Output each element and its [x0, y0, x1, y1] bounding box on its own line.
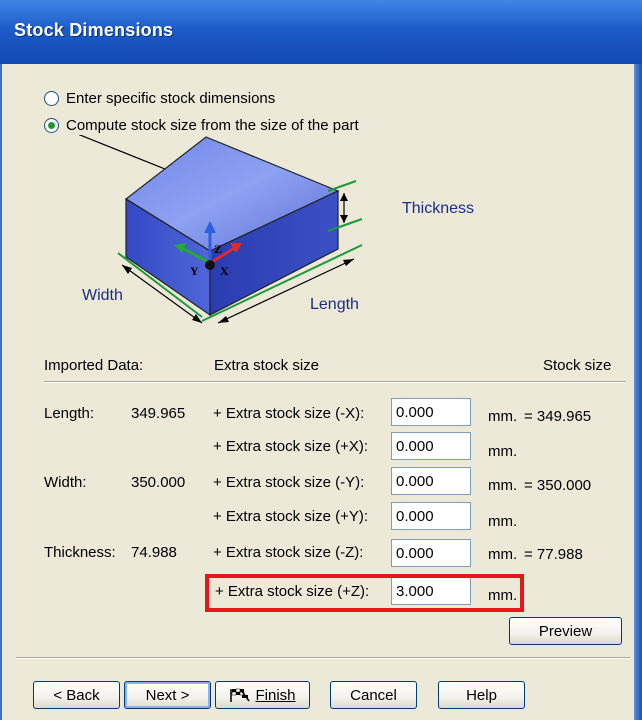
stock-width-result: = 350.000 — [524, 477, 592, 494]
unit-neg-z: mm. — [488, 546, 518, 563]
row-name-length: Length: — [44, 405, 95, 422]
thickness-arrow-bottom — [340, 215, 348, 223]
imported-thickness-value: 74.988 — [131, 544, 177, 561]
extra-pos-y-input[interactable] — [391, 502, 471, 530]
option-compute-label: Compute stock size from the size of the … — [66, 117, 359, 134]
unit-pos-x: mm. — [488, 443, 518, 460]
imported-length-value: 349.965 — [131, 405, 186, 422]
window-right-border — [634, 64, 642, 720]
next-button[interactable]: Next > — [124, 681, 211, 709]
width-label: Width — [82, 287, 123, 304]
axis-x-label: X — [220, 264, 229, 278]
extra-neg-z-input[interactable] — [391, 539, 471, 567]
window-left-border — [0, 64, 2, 720]
width-arrow-start — [122, 265, 132, 274]
row-name-width: Width: — [44, 474, 87, 491]
thickness-guide-top — [327, 180, 357, 192]
bottom-separator — [16, 657, 630, 659]
extra-neg-x-input[interactable] — [391, 398, 471, 426]
stock-thickness-result: = 77.988 — [524, 546, 583, 563]
stock-dimensions-dialog: Stock Dimensions Enter specific stock di… — [0, 0, 642, 720]
unit-pos-y: mm. — [488, 513, 518, 530]
back-button-label: < Back — [53, 686, 100, 704]
unit-neg-y: mm. — [488, 477, 518, 494]
length-arrow-end — [343, 259, 354, 266]
cancel-button-label: Cancel — [350, 686, 397, 704]
finish-button[interactable]: Finish — [215, 681, 310, 709]
extra-neg-y-input[interactable] — [391, 467, 471, 495]
imported-width-value: 350.000 — [131, 474, 186, 491]
header-imported-data: Imported Data: — [44, 357, 144, 374]
radio-compute[interactable] — [44, 118, 59, 133]
extra-neg-x-label: + Extra stock size (-X): — [213, 405, 365, 422]
row-name-thickness: Thickness: — [44, 544, 116, 561]
preview-button[interactable]: Preview — [509, 617, 622, 645]
dialog-title: Stock Dimensions — [14, 20, 174, 40]
thickness-label: Thickness — [402, 200, 475, 217]
extra-neg-z-label: + Extra stock size (-Z): — [213, 544, 364, 561]
axis-y-label: Y — [190, 264, 199, 278]
extra-pos-x-input[interactable] — [391, 432, 471, 460]
preview-button-label: Preview — [538, 622, 593, 640]
checkered-flag-icon — [230, 688, 251, 702]
highlight-box — [205, 574, 524, 612]
thickness-arrow-top — [340, 193, 348, 201]
header-extra-stock: Extra stock size — [214, 357, 320, 374]
title-bar: Stock Dimensions — [0, 0, 642, 64]
axis-z-label: Z — [214, 242, 222, 256]
next-button-label: Next > — [145, 686, 190, 704]
cancel-button[interactable]: Cancel — [330, 681, 417, 709]
extra-pos-y-label: + Extra stock size (+Y): — [213, 508, 369, 525]
length-label: Length — [310, 296, 359, 313]
extra-pos-x-label: + Extra stock size (+X): — [213, 438, 369, 455]
option-compute-size[interactable]: Compute stock size from the size of the … — [44, 117, 359, 134]
extra-neg-y-label: + Extra stock size (-Y): — [213, 474, 365, 491]
header-separator — [44, 381, 626, 383]
finish-button-label: Finish — [255, 686, 296, 704]
help-button-label: Help — [466, 686, 497, 704]
back-button[interactable]: < Back — [33, 681, 120, 709]
header-stock-size: Stock size — [543, 357, 612, 374]
unit-neg-x: mm. — [488, 408, 518, 425]
option-specific-label: Enter specific stock dimensions — [66, 90, 276, 107]
help-button[interactable]: Help — [438, 681, 525, 709]
radio-specific[interactable] — [44, 91, 59, 106]
length-arrow-start — [218, 316, 229, 323]
stock-length-result: = 349.965 — [524, 408, 592, 425]
origin-point — [205, 260, 215, 270]
option-specific-dimensions[interactable]: Enter specific stock dimensions — [44, 90, 275, 107]
